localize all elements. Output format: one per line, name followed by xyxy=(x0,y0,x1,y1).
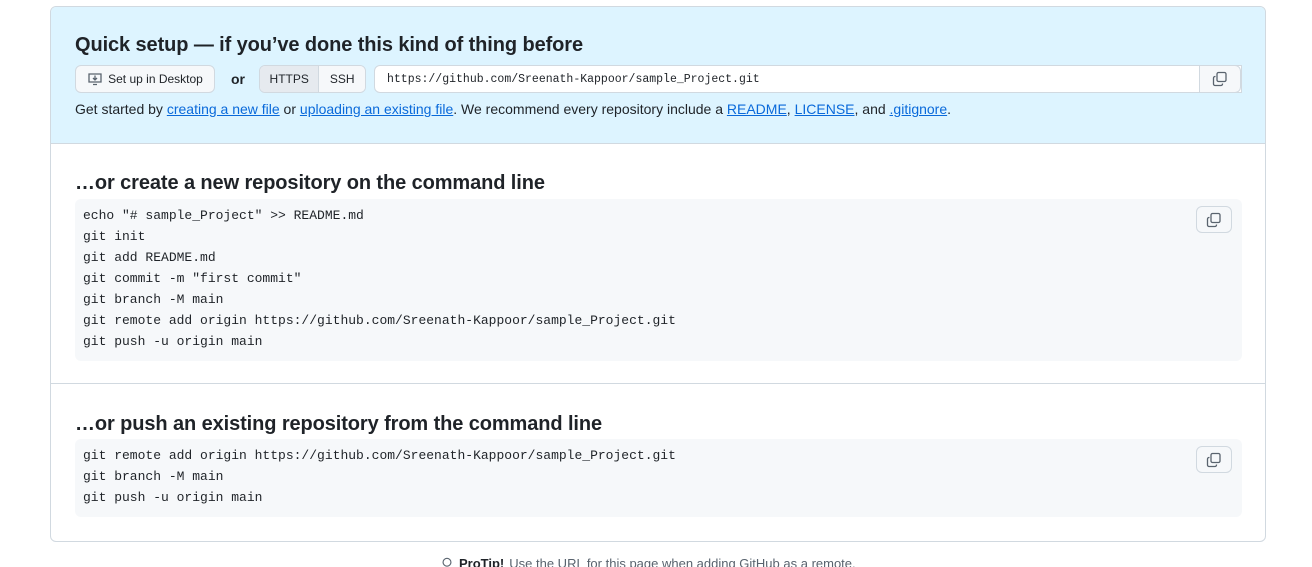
push-existing-code-block: git remote add origin https://github.com… xyxy=(75,439,1242,517)
clone-url-input[interactable] xyxy=(374,65,1242,93)
page: Quick setup — if you’ve done this kind o… xyxy=(0,0,1312,567)
copy-icon xyxy=(1206,212,1221,227)
get-started-prefix: Get started by xyxy=(75,101,167,117)
and-text: , and xyxy=(854,101,890,117)
light-bulb-icon xyxy=(442,557,452,567)
protip-text: Use the URL for this page when adding Gi… xyxy=(509,556,856,567)
code-line: git push -u origin main xyxy=(83,490,263,505)
code-line: git branch -M main xyxy=(83,469,224,484)
copy-icon xyxy=(1212,71,1227,87)
quick-setup-title: Quick setup — if you’ve done this kind o… xyxy=(75,34,583,56)
code-line: git branch -M main xyxy=(83,292,224,307)
code-line: git remote add origin https://github.com… xyxy=(83,448,676,463)
copy-icon xyxy=(1206,452,1221,467)
uploading-existing-file-link[interactable]: uploading an existing file xyxy=(300,101,453,117)
desktop-download-icon xyxy=(88,73,102,86)
protocol-toggle: HTTPS SSH xyxy=(259,65,366,93)
new-repo-title: …or create a new repository on the comma… xyxy=(75,172,545,194)
or-label: or xyxy=(231,71,245,87)
gitignore-link[interactable]: .gitignore xyxy=(890,101,948,117)
copy-new-repo-button[interactable] xyxy=(1196,206,1232,233)
comma-text: , xyxy=(786,101,795,117)
creating-new-file-link[interactable]: creating a new file xyxy=(167,101,280,117)
new-repo-code-block: echo "# sample_Project" >> README.md git… xyxy=(75,199,1242,361)
copy-push-existing-button[interactable] xyxy=(1196,446,1232,473)
protip: ProTip! Use the URL for this page when a… xyxy=(440,556,856,567)
setup-in-desktop-button[interactable]: Set up in Desktop xyxy=(75,65,215,93)
or-text: or xyxy=(279,101,300,117)
code-line: git add README.md xyxy=(83,250,216,265)
quick-setup-panel: Quick setup — if you’ve done this kind o… xyxy=(51,7,1265,144)
recommend-text: . We recommend every repository include … xyxy=(453,101,727,117)
protip-label: ProTip! xyxy=(459,556,505,567)
code-line: echo "# sample_Project" >> README.md xyxy=(83,208,364,223)
code-line: git remote add origin https://github.com… xyxy=(83,313,676,328)
https-tab[interactable]: HTTPS xyxy=(260,66,320,92)
setup-in-desktop-label: Set up in Desktop xyxy=(108,72,203,86)
code-line: git commit -m "first commit" xyxy=(83,271,302,286)
new-repo-section: …or create a new repository on the comma… xyxy=(51,144,1265,384)
license-link[interactable]: LICENSE xyxy=(795,101,855,117)
copy-url-button[interactable] xyxy=(1199,65,1241,93)
ssh-tab[interactable]: SSH xyxy=(319,66,365,92)
push-existing-title: …or push an existing repository from the… xyxy=(75,413,603,435)
get-started-text: Get started by creating a new file or up… xyxy=(75,101,951,117)
period-text: . xyxy=(947,101,952,117)
code-line: git push -u origin main xyxy=(83,334,263,349)
readme-link[interactable]: README xyxy=(727,101,787,117)
push-existing-section: …or push an existing repository from the… xyxy=(51,385,1265,541)
code-line: git init xyxy=(83,229,146,244)
setup-box: Quick setup — if you’ve done this kind o… xyxy=(50,6,1266,542)
